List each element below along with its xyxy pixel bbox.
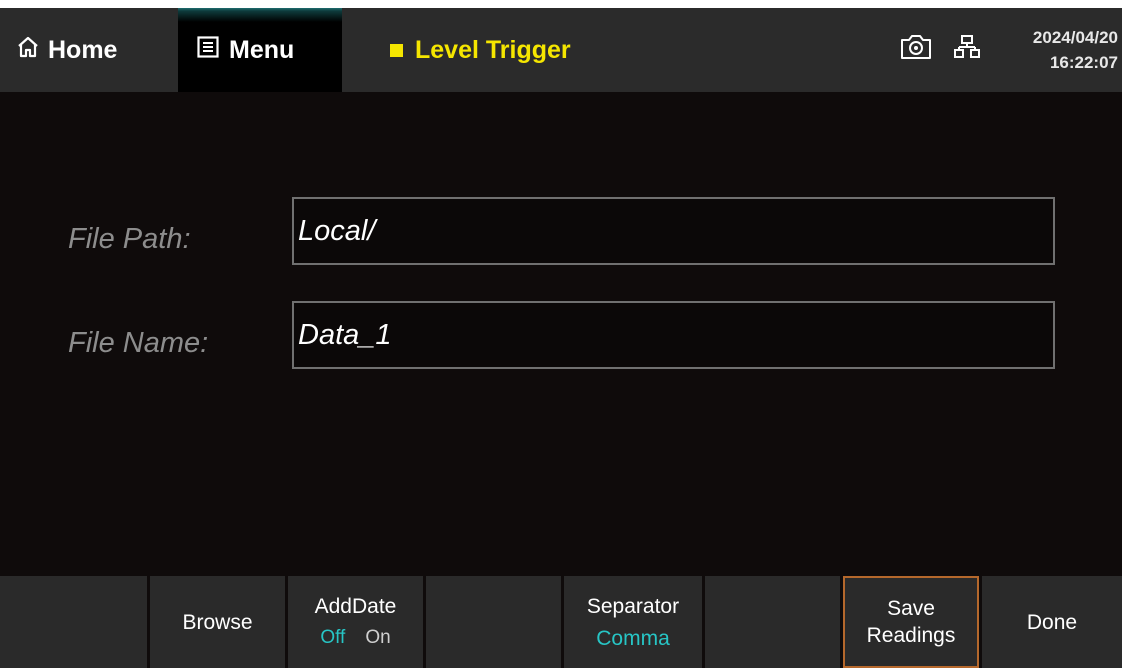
camera-icon[interactable]: [898, 32, 934, 67]
trigger-label: Level Trigger: [415, 35, 571, 64]
trigger-status: Level Trigger: [390, 8, 571, 92]
softkey-empty-3[interactable]: [705, 576, 840, 668]
softkey-bar: Browse AddDate Off On Separator Comma Sa…: [0, 576, 1122, 668]
add-date-toggle[interactable]: AddDate Off On: [288, 576, 423, 668]
instrument-screen: Home Menu Level Trigger 2024/04/20 16:22…: [0, 8, 1122, 668]
browse-button[interactable]: Browse: [150, 576, 285, 668]
add-date-off-option: Off: [320, 627, 346, 648]
menu-button[interactable]: Menu: [178, 8, 342, 92]
trigger-square-icon: [390, 43, 403, 57]
save-readings-label-line1: Save: [887, 597, 935, 620]
home-button[interactable]: Home: [0, 8, 176, 92]
menu-label: Menu: [229, 35, 295, 64]
home-icon: [16, 35, 48, 66]
top-bar: Home Menu Level Trigger 2024/04/20 16:22…: [0, 8, 1122, 92]
file-name-label: File Name:: [68, 327, 209, 359]
add-date-options: Off On: [320, 624, 390, 651]
time-text: 16:22:07: [1049, 53, 1118, 72]
date-text: 2024/04/20: [1032, 28, 1118, 47]
save-readings-button[interactable]: Save Readings: [843, 576, 979, 668]
file-path-label: File Path:: [68, 223, 191, 255]
softkey-empty-2[interactable]: [426, 576, 561, 668]
separator-value: Comma: [596, 626, 670, 650]
save-readings-label-line2: Readings: [866, 624, 956, 647]
add-date-title: AddDate: [314, 595, 397, 618]
network-icon: [954, 34, 980, 65]
separator-button[interactable]: Separator Comma: [564, 576, 702, 668]
separator-title: Separator: [586, 594, 680, 618]
softkey-empty-1[interactable]: [0, 576, 147, 668]
add-date-on-option: On: [365, 627, 391, 648]
menu-list-icon: [196, 35, 229, 66]
done-label: Done: [1026, 610, 1078, 634]
file-name-field[interactable]: Data_1: [292, 301, 1055, 369]
browse-label: Browse: [182, 610, 253, 634]
file-path-field[interactable]: Local/: [292, 197, 1055, 265]
clock: 2024/04/20 16:22:07: [1033, 25, 1118, 75]
done-button[interactable]: Done: [982, 576, 1122, 668]
home-label: Home: [48, 35, 118, 64]
